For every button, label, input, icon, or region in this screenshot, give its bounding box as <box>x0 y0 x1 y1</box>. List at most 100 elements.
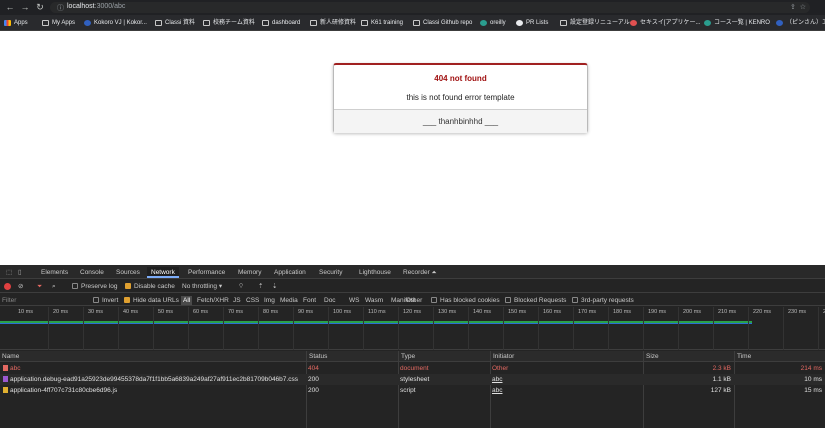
devtools-tab-lighthouse[interactable]: Lighthouse <box>355 267 395 278</box>
type-filter-fetchxhr[interactable]: Fetch/XHR <box>197 296 229 305</box>
devtools-tab-memory[interactable]: Memory <box>234 267 265 278</box>
bookmark-item[interactable]: PR Lists <box>516 18 548 28</box>
bookmark-item[interactable]: K61 training <box>361 18 403 28</box>
column-header-initiator[interactable]: Initiator <box>492 351 514 362</box>
cell-name[interactable]: application.debug-ead91a25923de99455378d… <box>1 374 304 385</box>
devtools-tabbar: ⬚ ▯ Elements Console Sources Network Perform… <box>0 265 825 279</box>
type-filter-ws[interactable]: WS <box>349 296 359 305</box>
cell-initiator[interactable]: abc <box>492 385 640 396</box>
timeline-overview[interactable]: 10 ms 20 ms 30 ms 40 ms 50 ms 60 ms 70 ms 80 ms… <box>0 307 825 350</box>
timeline-tick: 150 ms <box>508 309 527 315</box>
bookmark-item[interactable]: コース一覧 | KENRO <box>704 18 770 28</box>
type-filter-css[interactable]: CSS <box>246 296 259 305</box>
bookmark-item[interactable]: dashboard <box>262 18 300 28</box>
cell-type: stylesheet <box>400 376 430 383</box>
bookmark-item[interactable]: 設定登録リニューアル <box>560 18 630 28</box>
forward-arrow-icon[interactable]: → <box>20 2 30 12</box>
timeline-tick: 10 ms <box>18 309 33 315</box>
search-icon[interactable]: ⌕ <box>52 282 56 291</box>
timeline-tick: 140 ms <box>473 309 492 315</box>
devtools-tab-console[interactable]: Console <box>76 267 108 278</box>
type-filter-wasm[interactable]: Wasm <box>365 296 383 305</box>
share-icon[interactable]: ⇪ <box>790 4 796 11</box>
bookmark-item[interactable]: Apps <box>4 18 28 28</box>
table-row[interactable]: application.debug-ead91a25923de99455378d… <box>0 374 825 385</box>
bookmark-label: コース一覧 | KENRO <box>714 20 770 26</box>
reload-icon[interactable]: ↻ <box>35 2 45 12</box>
info-icon[interactable]: ⓘ <box>57 3 64 13</box>
has-blocked-cookies-checkbox[interactable]: Has blocked cookies <box>431 296 500 305</box>
address-bar[interactable]: ⓘ localhost:3000/abc ⇪ ☆ <box>50 2 810 13</box>
bookmark-item[interactable]: My Apps <box>42 18 75 28</box>
back-arrow-icon[interactable]: ← <box>5 2 15 12</box>
folder-icon <box>310 20 317 26</box>
cell-initiator[interactable]: abc <box>492 374 640 385</box>
filter-bar: Filter Invert Hide data URLs All Fetch/XH… <box>0 294 825 306</box>
table-row[interactable]: abc 404 document Other 2.3 kB 214 ms <box>0 363 825 374</box>
timeline-tick: 100 ms <box>333 309 352 315</box>
type-filter-other[interactable]: Other <box>406 296 422 305</box>
cell-type: script <box>400 387 416 394</box>
bookmark-item[interactable]: Classi Github repo <box>413 18 472 28</box>
cell-name[interactable]: application-4ff707c731c80cbe6d96.js <box>1 385 304 396</box>
devtools-tab-network[interactable]: Network <box>147 267 179 278</box>
timeline-gridline <box>188 307 189 350</box>
bookmark-item[interactable]: （ピンさん）エ... <box>776 18 825 28</box>
timeline-gridline <box>713 307 714 350</box>
network-conditions-icon[interactable]: ⌔ <box>238 282 244 291</box>
devtools-tab-security[interactable]: Security <box>315 267 346 278</box>
filter-icon[interactable]: ⏷ <box>37 282 42 291</box>
type-filter-img[interactable]: Img <box>264 296 275 305</box>
bookmark-item[interactable]: 校務チーム資料 <box>203 18 255 28</box>
column-header-name[interactable]: Name <box>1 351 19 362</box>
type-filter-all[interactable]: All <box>181 296 193 305</box>
filter-input[interactable]: Filter <box>2 296 16 305</box>
timeline-tick: 120 ms <box>403 309 422 315</box>
bookmark-item[interactable]: Classi 資料 <box>155 18 195 28</box>
column-header-time[interactable]: Time <box>736 351 751 362</box>
type-filter-doc[interactable]: Doc <box>324 296 336 305</box>
browser-toolbar: ← → ↻ ⓘ localhost:3000/abc ⇪ ☆ <box>0 0 825 15</box>
preserve-log-checkbox[interactable]: Preserve log <box>72 282 118 291</box>
timeline-gridline <box>643 307 644 350</box>
invert-checkbox[interactable]: Invert <box>93 296 118 305</box>
column-header-size[interactable]: Size <box>645 351 659 362</box>
blocked-requests-checkbox[interactable]: Blocked Requests <box>505 296 566 305</box>
clear-icon[interactable]: ⊘ <box>18 282 23 291</box>
devtools-tab-performance[interactable]: Performance <box>184 267 229 278</box>
record-icon[interactable] <box>4 283 11 290</box>
devtools-tab-elements[interactable]: Elements <box>37 267 72 278</box>
type-filter-font[interactable]: Font <box>303 296 316 305</box>
type-filter-media[interactable]: Media <box>280 296 298 305</box>
disable-cache-checkbox[interactable]: Disable cache <box>125 282 175 291</box>
timeline-gridline <box>293 307 294 350</box>
timeline-gridline <box>503 307 504 350</box>
third-party-checkbox[interactable]: 3rd-party requests <box>572 296 634 305</box>
requests-table: Name Status Type Initiator Size Time abc 404 do… <box>0 351 825 428</box>
export-har-icon[interactable]: ⇣ <box>272 282 277 291</box>
bookmark-item[interactable]: oreilly <box>480 18 506 28</box>
bookmark-star-icon[interactable]: ☆ <box>800 4 806 11</box>
throttling-select[interactable]: No throttling ▾ <box>182 282 222 291</box>
devtools-tab-application[interactable]: Application <box>270 267 310 278</box>
table-row[interactable]: application-4ff707c731c80cbe6d96.js 200 sc… <box>0 385 825 396</box>
hide-data-urls-checkbox[interactable]: Hide data URLs <box>124 296 179 305</box>
devtools-tab-recorder[interactable]: Recorder ⏶ <box>399 267 441 278</box>
column-header-status[interactable]: Status <box>308 351 327 362</box>
bookmark-item[interactable]: セキスイ[アプリケー... <box>630 18 701 28</box>
bookmark-item[interactable]: 新人研修資料 <box>310 18 356 28</box>
timeline-gridline <box>223 307 224 350</box>
cell-status: 404 <box>308 365 319 372</box>
cell-name[interactable]: abc <box>1 363 304 374</box>
github-icon <box>516 20 523 26</box>
timeline-gridline <box>748 307 749 350</box>
column-header-type[interactable]: Type <box>400 351 415 362</box>
import-har-icon[interactable]: ⇡ <box>258 282 263 291</box>
bookmark-label: K61 training <box>371 20 404 26</box>
device-toolbar-icon[interactable]: ▯ <box>14 267 26 278</box>
timeline-tick: 110 ms <box>368 309 386 315</box>
bookmark-item[interactable]: Kokoro VJ | Kokor... <box>84 18 147 28</box>
type-filter-js[interactable]: JS <box>233 296 241 305</box>
devtools-tab-sources[interactable]: Sources <box>112 267 144 278</box>
error-card: 404 not found this is not found error te… <box>333 63 588 133</box>
